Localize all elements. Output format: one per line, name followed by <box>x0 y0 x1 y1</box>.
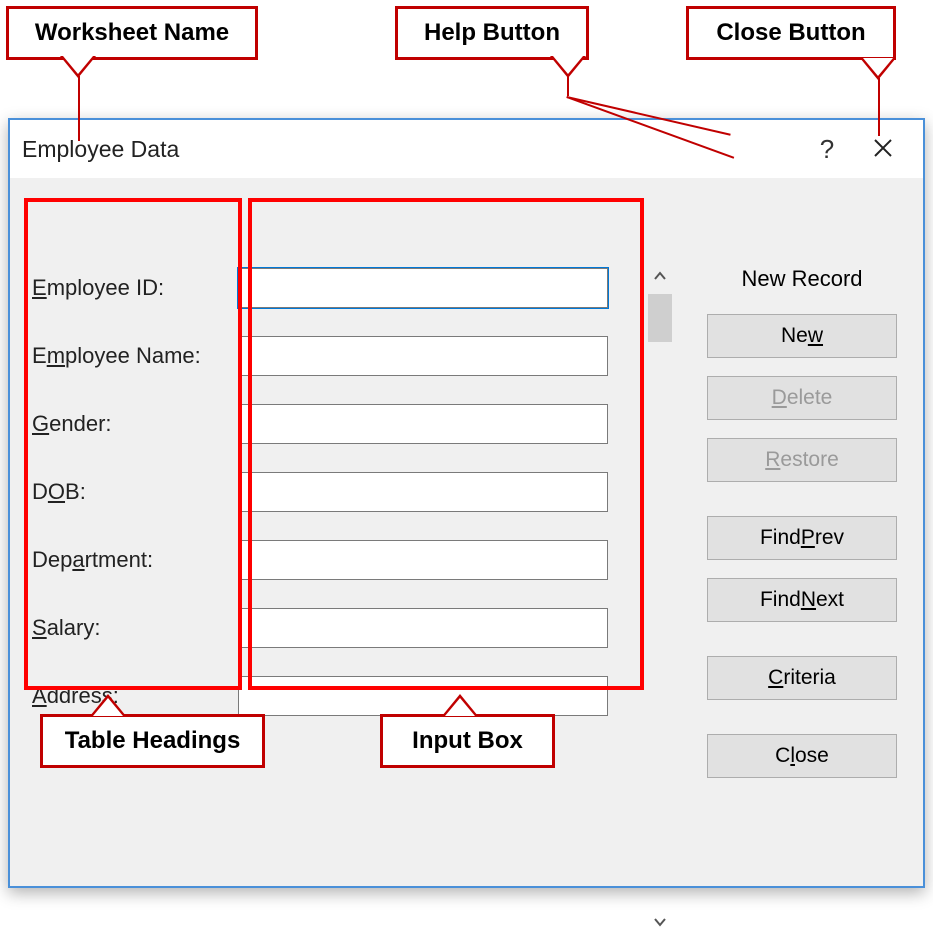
new-button[interactable]: New <box>707 314 897 358</box>
field-label: Gender: <box>32 411 238 437</box>
field-input[interactable] <box>238 540 608 580</box>
callout-close-button: Close Button <box>686 6 896 60</box>
field-label: Address: <box>32 683 238 709</box>
record-status: New Record <box>741 266 862 292</box>
record-scrollbar[interactable] <box>646 266 674 936</box>
button-stack: New Delete Restore Find Prev Find Next Criter… <box>707 314 897 796</box>
callout-table-headings: Table Headings <box>40 714 265 768</box>
field-label: Salary: <box>32 615 238 641</box>
field-label: Employee ID: <box>32 275 238 301</box>
question-icon: ? <box>820 134 834 165</box>
close-window-button[interactable] <box>855 125 911 173</box>
criteria-button[interactable]: Criteria <box>707 656 897 700</box>
field-label: DOB: <box>32 479 238 505</box>
help-button[interactable]: ? <box>799 125 855 173</box>
restore-button: Restore <box>707 438 897 482</box>
field-input[interactable] <box>238 472 608 512</box>
field-label: Employee Name: <box>32 343 238 369</box>
chevron-up-icon <box>653 269 667 287</box>
titlebar: Employee Data ? <box>10 120 923 178</box>
callout-input-box: Input Box <box>380 714 555 768</box>
find-prev-button[interactable]: Find Prev <box>707 516 897 560</box>
field-input[interactable] <box>238 608 608 648</box>
scroll-track[interactable] <box>652 342 668 912</box>
callout-worksheet-name: Worksheet Name <box>6 6 258 60</box>
field-input[interactable] <box>238 268 608 308</box>
chevron-down-icon <box>653 915 667 933</box>
find-next-button[interactable]: Find Next <box>707 578 897 622</box>
close-icon <box>873 134 893 165</box>
field-input[interactable] <box>238 404 608 444</box>
close-button[interactable]: Close <box>707 734 897 778</box>
dialog-title: Employee Data <box>22 136 179 163</box>
field-input[interactable] <box>238 676 608 716</box>
scroll-down-button[interactable] <box>646 912 674 936</box>
callout-help-button: Help Button <box>395 6 589 60</box>
button-column: New Record New Delete Restore Find Prev Find… <box>700 266 904 796</box>
data-form-dialog: Employee Data ? Employee ID: Employee Nam… <box>8 118 925 888</box>
scroll-up-button[interactable] <box>646 266 674 290</box>
form-grid: Employee ID: Employee Name: Gender: DOB: Dep… <box>32 268 628 716</box>
field-label: Department: <box>32 547 238 573</box>
delete-button: Delete <box>707 376 897 420</box>
field-input[interactable] <box>238 336 608 376</box>
scroll-thumb[interactable] <box>648 294 672 342</box>
